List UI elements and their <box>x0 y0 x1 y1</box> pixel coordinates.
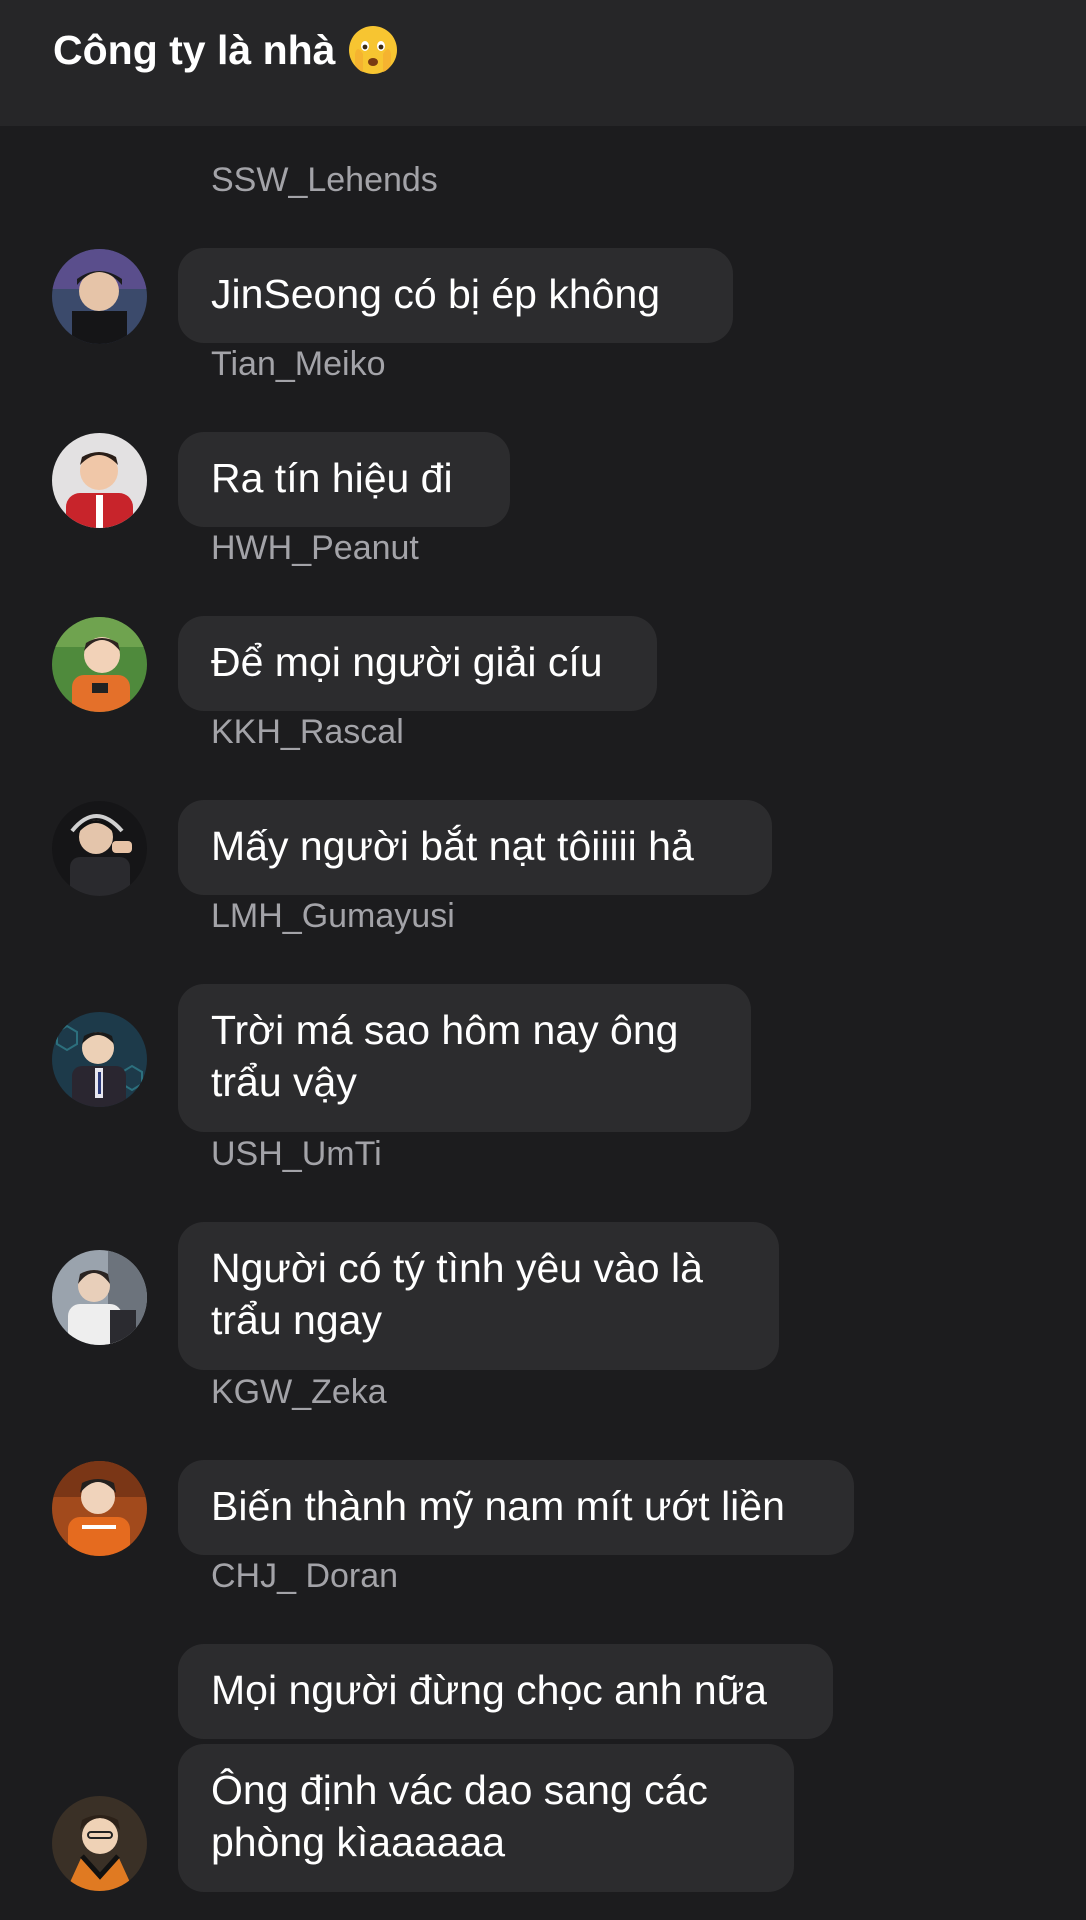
message-bubble[interactable]: Để mọi người giải cíu <box>178 616 657 711</box>
avatar[interactable] <box>52 1250 147 1345</box>
sender-name: Tian_Meiko <box>211 345 386 383</box>
message-text: Trời má sao hôm nay ông trẩu vậy <box>211 1007 679 1105</box>
message-bubble[interactable]: Mấy người bắt nạt tôiiiii hả <box>178 800 772 895</box>
message-bubble[interactable]: Biến thành mỹ nam mít ướt liền <box>178 1460 854 1555</box>
avatar[interactable] <box>52 617 147 712</box>
sender-name: HWH_Peanut <box>211 529 419 567</box>
message-text: Ông định vác dao sang các phòng kìaaaaaa <box>211 1767 708 1865</box>
avatar[interactable] <box>52 1461 147 1556</box>
message-bubble[interactable]: JinSeong có bị ép không <box>178 248 733 343</box>
sender-name: SSW_Lehends <box>211 161 438 199</box>
sender-name: LMH_Gumayusi <box>211 897 455 935</box>
message-text: JinSeong có bị ép không <box>211 271 661 317</box>
message-text: Người có tý tình yêu vào là trẩu ngay <box>211 1245 703 1343</box>
avatar[interactable] <box>52 801 147 896</box>
message-list[interactable]: SSW_Lehends JinSeong có bị ép không Tian… <box>0 126 1086 1920</box>
message-text: Mọi người đừng chọc anh nữa <box>211 1667 767 1713</box>
chat-title[interactable]: Công ty là nhà <box>53 22 399 78</box>
sender-name: KGW_Zeka <box>211 1373 387 1411</box>
avatar[interactable] <box>52 1796 147 1891</box>
message-bubble[interactable]: Người có tý tình yêu vào là trẩu ngay <box>178 1222 779 1370</box>
sender-name: KKH_Rascal <box>211 713 404 751</box>
sender-name: CHJ_ Doran <box>211 1557 399 1595</box>
avatar[interactable] <box>52 249 147 344</box>
message-text: Biến thành mỹ nam mít ướt liền <box>211 1483 785 1529</box>
message-bubble[interactable]: Ông định vác dao sang các phòng kìaaaaaa <box>178 1744 794 1892</box>
message-bubble[interactable]: Trời má sao hôm nay ông trẩu vậy <box>178 984 751 1132</box>
chat-title-text: Công ty là nhà <box>53 27 336 73</box>
message-bubble[interactable]: Mọi người đừng chọc anh nữa <box>178 1644 833 1739</box>
message-text: Mấy người bắt nạt tôiiiii hả <box>211 823 694 869</box>
avatar[interactable] <box>52 433 147 528</box>
message-bubble[interactable]: Ra tín hiệu đi <box>178 432 510 527</box>
face-with-open-eyes-and-hand-over-mouth-icon <box>347 24 399 76</box>
avatar[interactable] <box>52 1012 147 1107</box>
sender-name: USH_UmTi <box>211 1135 382 1173</box>
message-text: Để mọi người giải cíu <box>211 639 603 685</box>
message-text: Ra tín hiệu đi <box>211 455 453 501</box>
chat-header: Công ty là nhà <box>0 0 1086 126</box>
